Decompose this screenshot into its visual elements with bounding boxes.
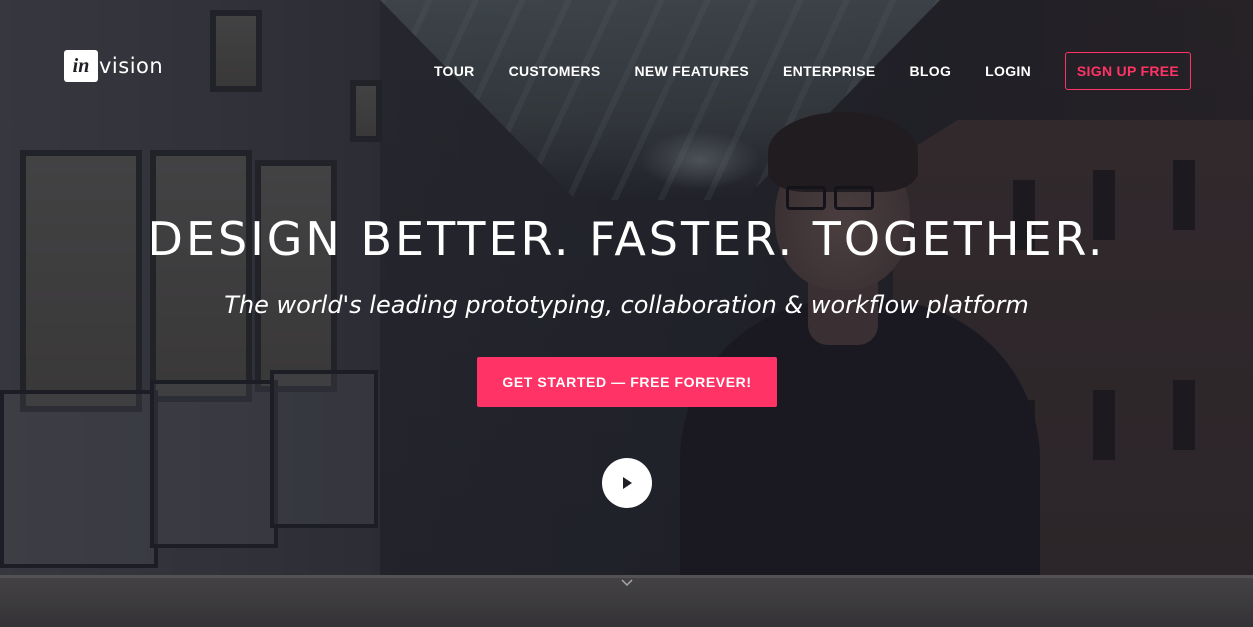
- nav-blog[interactable]: BLOG: [910, 63, 952, 79]
- hero-headline: DESIGN BETTER. FASTER. TOGETHER.: [147, 212, 1106, 266]
- nav-login[interactable]: LOGIN: [985, 63, 1031, 79]
- nav-tour[interactable]: TOUR: [434, 63, 475, 79]
- main-nav: TOUR CUSTOMERS NEW FEATURES ENTERPRISE B…: [434, 52, 1191, 90]
- logo-mark: in: [64, 50, 98, 82]
- nav-new-features[interactable]: NEW FEATURES: [634, 63, 749, 79]
- nav-enterprise[interactable]: ENTERPRISE: [783, 63, 875, 79]
- scroll-down-button[interactable]: [619, 576, 635, 590]
- hero-subheadline: The world's leading prototyping, collabo…: [224, 291, 1029, 319]
- play-video-button[interactable]: [602, 458, 652, 508]
- nav-customers[interactable]: CUSTOMERS: [509, 63, 601, 79]
- chevron-down-icon: [621, 579, 633, 587]
- get-started-button[interactable]: GET STARTED — FREE FOREVER!: [477, 357, 777, 407]
- sign-up-free-button[interactable]: SIGN UP FREE: [1065, 52, 1191, 90]
- play-icon: [623, 477, 632, 489]
- logo-wordmark: vision: [99, 54, 164, 78]
- invision-logo[interactable]: in vision: [64, 50, 163, 82]
